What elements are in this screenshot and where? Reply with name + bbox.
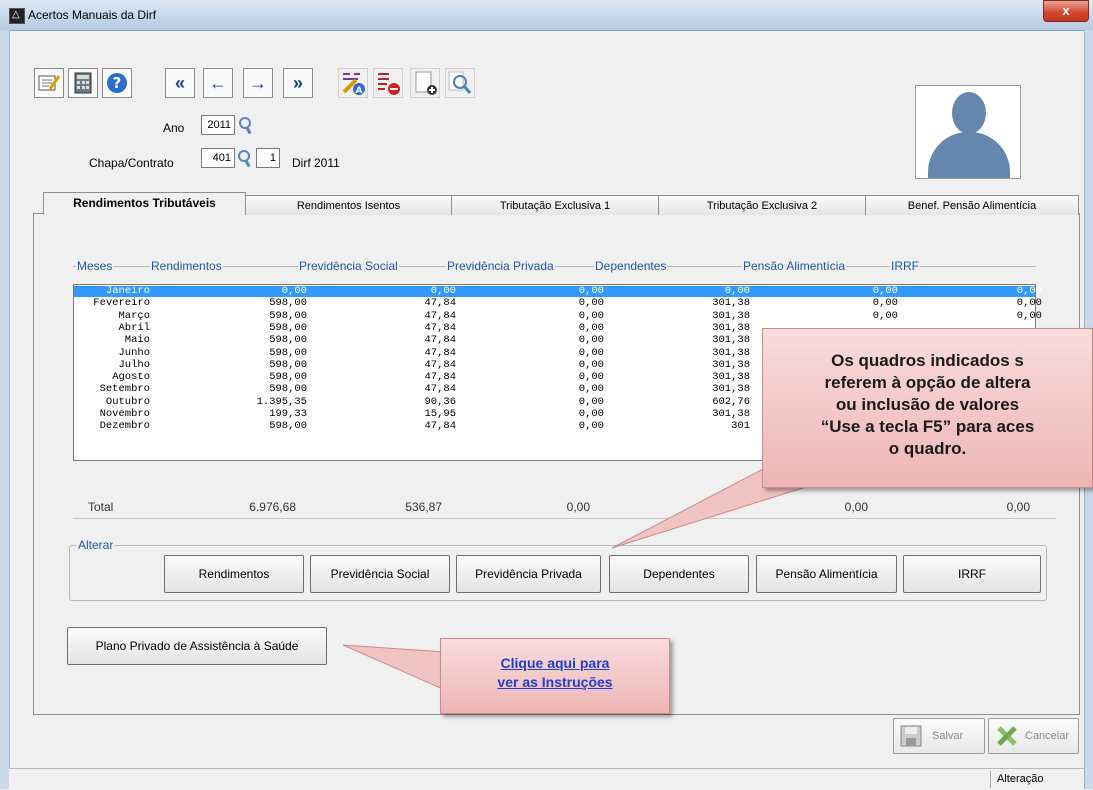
f5-hint-line: Os quadros indicados s bbox=[831, 351, 1024, 370]
tab-rendimentos-tributaveis[interactable]: Rendimentos Tributáveis bbox=[43, 192, 246, 215]
status-bar bbox=[9, 768, 1084, 790]
instructions-link[interactable]: ver as Instruções bbox=[441, 673, 669, 692]
status-mode: Alteração bbox=[990, 771, 1076, 788]
f5-hint-line: ou inclusão de valores bbox=[835, 395, 1020, 414]
f5-hint-line: “Use a tecla F5” para aces bbox=[820, 417, 1035, 436]
instructions-link[interactable]: Clique aqui para bbox=[441, 654, 669, 673]
cancel-button[interactable]: Cancelar bbox=[988, 718, 1079, 754]
f5-hint-line: o quadro. bbox=[888, 439, 967, 458]
cancel-label: Cancelar bbox=[1025, 730, 1070, 742]
save-label: Salvar bbox=[932, 730, 964, 742]
f5-hint-callout: Os quadros indicados s referem à opção d… bbox=[762, 328, 1093, 488]
instructions-link-callout[interactable]: Clique aqui para ver as Instruções bbox=[440, 638, 670, 714]
f5-hint-line: referem à opção de altera bbox=[824, 373, 1031, 392]
save-icon bbox=[900, 725, 922, 747]
save-button[interactable]: Salvar bbox=[893, 718, 985, 754]
cancel-icon bbox=[997, 726, 1017, 746]
